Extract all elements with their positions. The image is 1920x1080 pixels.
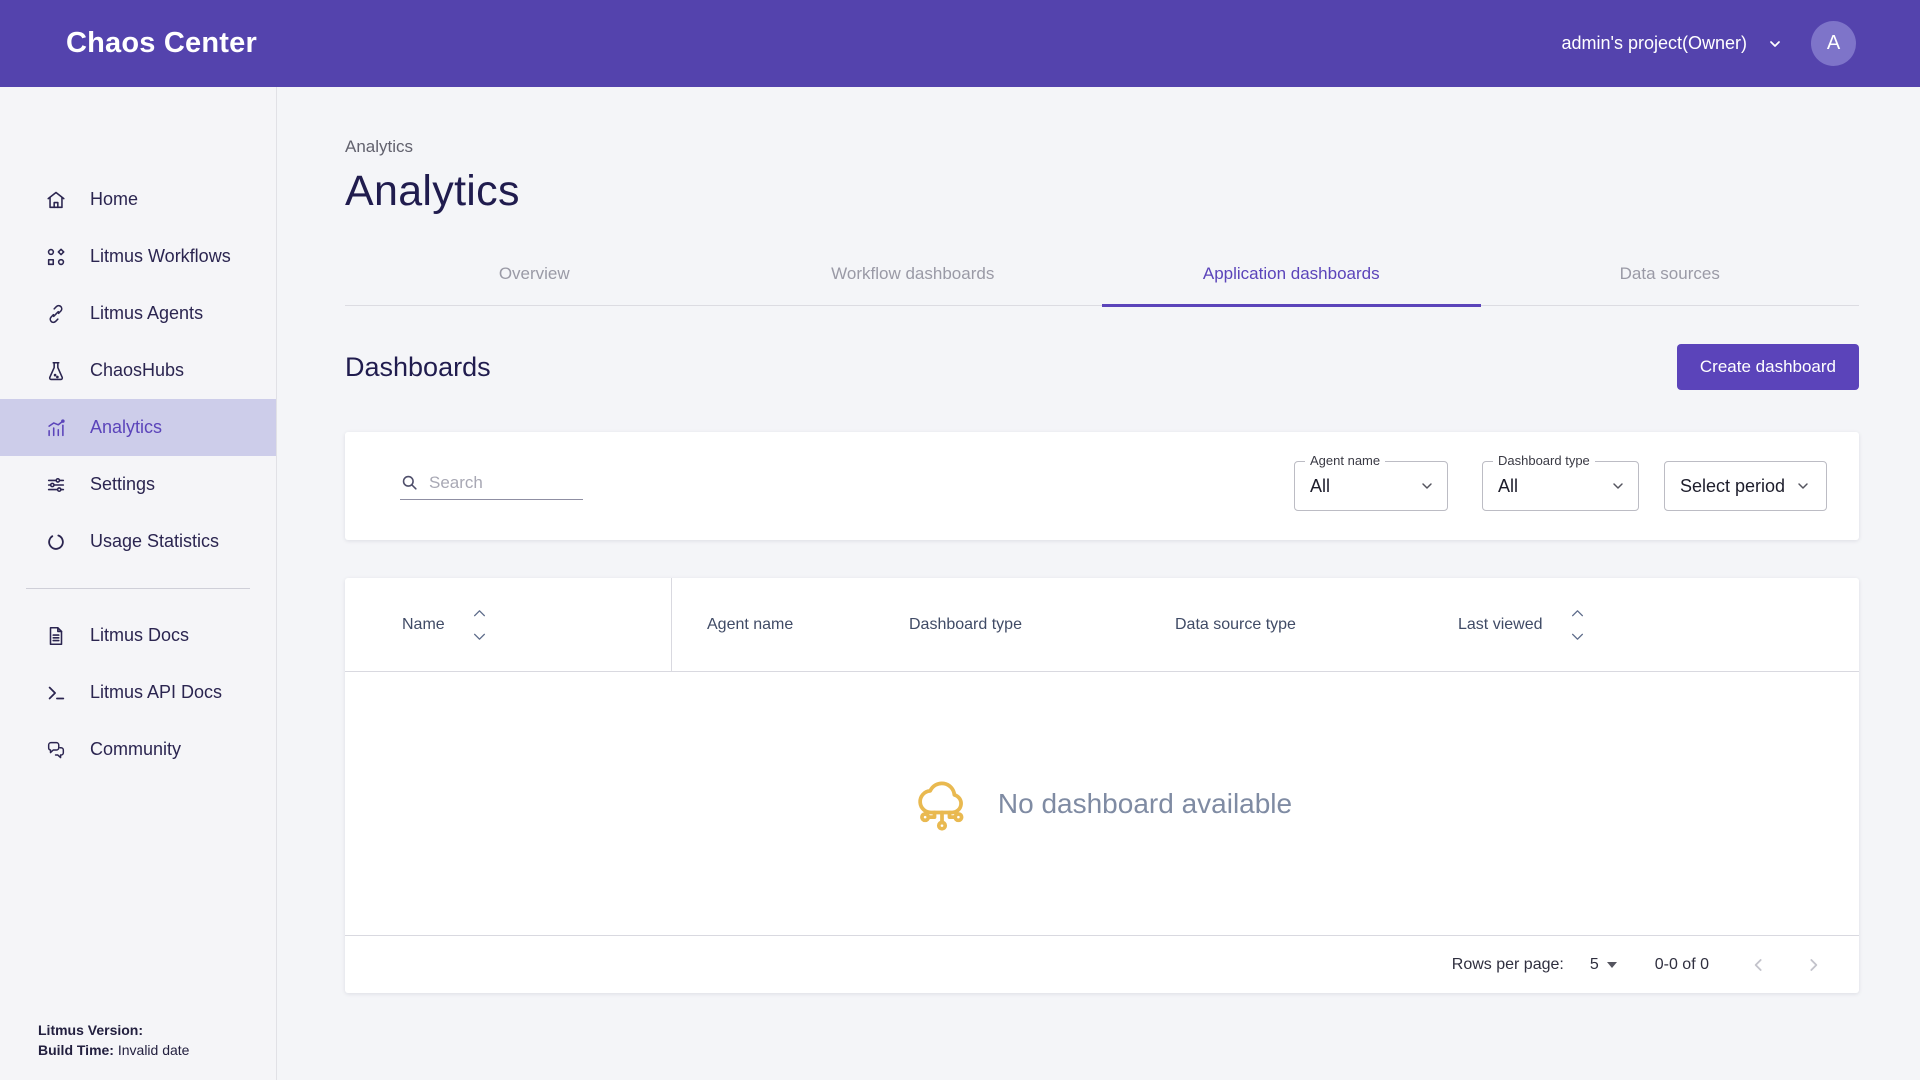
sidebar-item-community[interactable]: Community <box>0 721 276 778</box>
document-icon <box>44 624 68 648</box>
sidebar-item-label: ChaosHubs <box>90 360 184 381</box>
create-dashboard-button[interactable]: Create dashboard <box>1677 344 1859 390</box>
sidebar-item-analytics[interactable]: Analytics <box>0 399 276 456</box>
workflows-icon <box>44 245 68 269</box>
agent-name-select-value: All <box>1310 476 1330 497</box>
filter-panel: Agent name All Dashboard type All Select… <box>345 432 1859 540</box>
search-icon <box>400 473 419 492</box>
select-period-label: Select period <box>1680 476 1785 497</box>
column-header-last-viewed: Last viewed <box>1458 616 1543 634</box>
rows-per-page-value: 5 <box>1590 956 1599 974</box>
column-header-dashboard-type: Dashboard type <box>909 616 1022 634</box>
tab-data-sources[interactable]: Data sources <box>1481 246 1860 307</box>
pagination-range: 0-0 of 0 <box>1655 956 1709 974</box>
usage-icon <box>44 530 68 554</box>
sidebar-item-label: Community <box>90 739 181 760</box>
sort-asc-icon <box>473 609 486 617</box>
previous-page-button[interactable] <box>1749 955 1769 975</box>
dashboard-type-select-value: All <box>1498 476 1518 497</box>
next-page-button[interactable] <box>1803 955 1823 975</box>
sidebar-item-chaoshubs[interactable]: ChaosHubs <box>0 342 276 399</box>
sidebar-item-home[interactable]: Home <box>0 171 276 228</box>
sliders-icon <box>44 473 68 497</box>
column-header-data-source-type: Data source type <box>1175 616 1296 634</box>
sort-asc-icon <box>1571 609 1584 617</box>
dashboards-table: Name Agent name Dashboard type Data sour… <box>345 578 1859 993</box>
sidebar-item-litmus-api-docs[interactable]: Litmus API Docs <box>0 664 276 721</box>
sort-last-viewed-control[interactable] <box>1571 609 1584 641</box>
app-header: Chaos Center admin's project(Owner) A <box>0 0 1920 87</box>
breadcrumb: Analytics <box>345 137 1860 157</box>
search-box <box>400 473 583 500</box>
build-time-value: Invalid date <box>114 1042 190 1058</box>
sidebar-item-litmus-workflows[interactable]: Litmus Workflows <box>0 228 276 285</box>
search-input[interactable] <box>429 473 579 493</box>
project-selector-label: admin's project(Owner) <box>1562 33 1748 54</box>
analytics-icon <box>44 416 68 440</box>
rows-per-page-select[interactable]: 5 <box>1590 956 1617 974</box>
empty-state: No dashboard available <box>345 672 1859 935</box>
chevron-right-icon <box>1803 955 1823 975</box>
home-icon <box>44 188 68 212</box>
sidebar-item-label: Home <box>90 189 138 210</box>
tab-overview[interactable]: Overview <box>345 246 724 307</box>
avatar[interactable]: A <box>1811 21 1856 66</box>
project-selector[interactable]: admin's project(Owner) <box>1562 33 1784 54</box>
sidebar-divider <box>26 588 250 589</box>
select-period-button[interactable]: Select period <box>1664 461 1827 511</box>
sidebar-footer: Litmus Version: Build Time: Invalid date <box>38 1020 189 1060</box>
column-header-agent-name: Agent name <box>707 616 793 634</box>
agent-name-select-label: Agent name <box>1305 453 1385 468</box>
agent-name-select[interactable]: Agent name All <box>1294 461 1448 511</box>
page-title: Analytics <box>345 167 1860 216</box>
sort-name-control[interactable] <box>473 609 486 641</box>
tab-application-dashboards[interactable]: Application dashboards <box>1102 246 1481 307</box>
pagination-bar: Rows per page: 5 0-0 of 0 <box>345 935 1859 993</box>
sort-desc-icon <box>1571 633 1584 641</box>
sidebar-item-usage-statistics[interactable]: Usage Statistics <box>0 513 276 570</box>
chevron-down-icon <box>1795 478 1811 494</box>
chevron-down-icon <box>1767 36 1783 52</box>
sidebar-item-label: Usage Statistics <box>90 531 219 552</box>
rows-per-page-label: Rows per page: <box>1452 956 1564 974</box>
sidebar-item-settings[interactable]: Settings <box>0 456 276 513</box>
empty-message: No dashboard available <box>998 788 1292 820</box>
sidebar-item-label: Settings <box>90 474 155 495</box>
dashboard-type-select-label: Dashboard type <box>1493 453 1595 468</box>
tab-workflow-dashboards[interactable]: Workflow dashboards <box>724 246 1103 307</box>
link-icon <box>44 302 68 326</box>
app-title: Chaos Center <box>66 27 257 60</box>
section-title: Dashboards <box>345 352 491 383</box>
build-time-label: Build Time: <box>38 1042 114 1058</box>
terminal-icon <box>44 681 68 705</box>
table-header: Name Agent name Dashboard type Data sour… <box>345 578 1859 672</box>
chevron-left-icon <box>1749 955 1769 975</box>
sidebar: Home Litmus Workflows Litmus Agents Chao… <box>0 87 277 1080</box>
sidebar-item-litmus-agents[interactable]: Litmus Agents <box>0 285 276 342</box>
chevron-down-icon <box>1610 478 1626 494</box>
sidebar-item-label: Litmus Agents <box>90 303 203 324</box>
sidebar-item-litmus-docs[interactable]: Litmus Docs <box>0 607 276 664</box>
version-label: Litmus Version: <box>38 1022 143 1038</box>
main-content: Analytics Analytics Overview Workflow da… <box>278 87 1920 1080</box>
tab-bar: Overview Workflow dashboards Application… <box>345 246 1859 306</box>
chat-bubbles-icon <box>44 738 68 762</box>
dashboard-type-select[interactable]: Dashboard type All <box>1482 461 1639 511</box>
chevron-down-icon <box>1419 478 1435 494</box>
sidebar-item-label: Analytics <box>90 417 162 438</box>
avatar-initial: A <box>1827 32 1840 55</box>
sort-desc-icon <box>473 633 486 641</box>
sidebar-item-label: Litmus Docs <box>90 625 189 646</box>
column-header-name: Name <box>402 616 445 634</box>
caret-down-icon <box>1607 962 1617 968</box>
sidebar-item-label: Litmus Workflows <box>90 246 231 267</box>
sidebar-item-label: Litmus API Docs <box>90 682 222 703</box>
flask-icon <box>44 359 68 383</box>
cloud-network-icon <box>912 774 972 834</box>
